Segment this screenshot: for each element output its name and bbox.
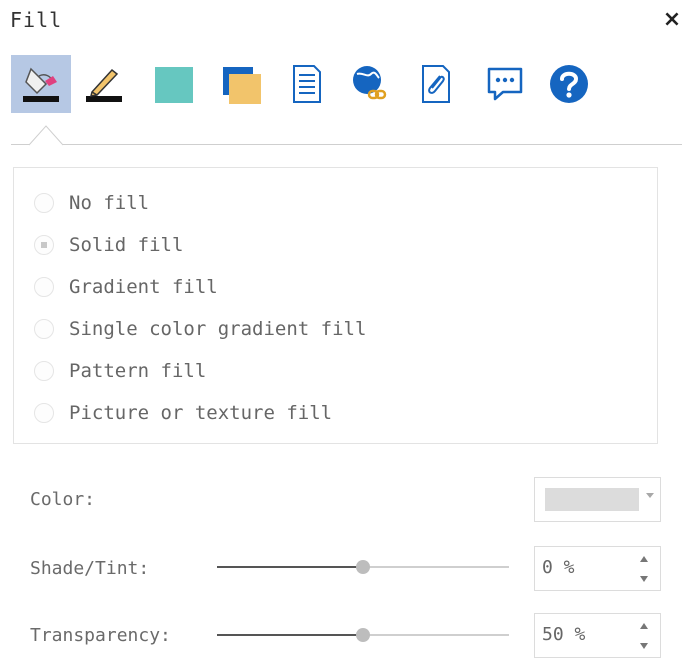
fill-option-label: Gradient fill — [69, 276, 218, 298]
hyperlink-globe-icon — [353, 66, 387, 100]
decrement-arrow-icon[interactable] — [640, 643, 648, 649]
color-dropdown[interactable] — [534, 477, 661, 522]
shade-tint-slider[interactable] — [217, 557, 509, 577]
increment-arrow-icon[interactable] — [640, 623, 648, 629]
comment-icon — [487, 67, 523, 101]
slider-track-filled — [217, 634, 363, 636]
color-label: Color: — [30, 489, 96, 510]
fill-option-pattern-fill[interactable]: Pattern fill — [34, 358, 206, 384]
help-tab[interactable] — [547, 55, 591, 113]
fill-option-single-color-gradient[interactable]: Single color gradient fill — [34, 316, 366, 342]
fill-option-label: Solid fill — [69, 234, 184, 256]
fill-tab[interactable] — [11, 55, 71, 113]
fill-option-no-fill[interactable]: No fill — [34, 190, 149, 216]
help-icon — [550, 65, 588, 103]
fill-type-group: No fill Solid fill Gradient fill Single … — [13, 167, 658, 444]
fill-option-solid-fill[interactable]: Solid fill — [34, 232, 183, 258]
data-tab[interactable] — [285, 55, 329, 113]
fill-option-label: No fill — [69, 192, 150, 214]
slider-track-filled — [217, 566, 363, 568]
panel-title: Fill — [10, 8, 63, 32]
shade-tint-label: Shade/Tint: — [30, 558, 150, 579]
shade-tint-value[interactable]: 0 % — [542, 557, 575, 578]
fill-option-label: Pattern fill — [69, 360, 207, 382]
radio-button[interactable] — [34, 319, 54, 339]
transparency-spinner[interactable]: 50 % — [534, 613, 661, 658]
active-tab-caret — [29, 125, 63, 146]
fill-option-label: Single color gradient fill — [69, 318, 367, 340]
shadow-tab[interactable] — [219, 55, 263, 113]
slider-track — [363, 634, 509, 636]
fill-option-picture-texture[interactable]: Picture or texture fill — [34, 400, 332, 426]
radio-button[interactable] — [34, 235, 54, 255]
fill-option-label: Picture or texture fill — [69, 402, 333, 424]
radio-button[interactable] — [34, 193, 54, 213]
radio-button[interactable] — [34, 277, 54, 297]
chevron-down-icon — [646, 493, 654, 498]
attachment-icon — [422, 65, 450, 103]
transparency-slider[interactable] — [217, 625, 509, 645]
radio-button[interactable] — [34, 361, 54, 381]
line-pen-icon — [86, 68, 122, 102]
fill-bucket-icon — [23, 67, 59, 102]
slider-thumb[interactable] — [356, 560, 370, 574]
slider-thumb[interactable] — [356, 628, 370, 642]
fill-color-swatch-icon — [155, 67, 193, 103]
shadow-icon — [223, 67, 261, 104]
radio-button[interactable] — [34, 403, 54, 423]
hyperlink-tab[interactable] — [349, 55, 393, 113]
close-icon[interactable]: × — [662, 8, 682, 32]
shade-tint-spinner[interactable]: 0 % — [534, 546, 661, 591]
slider-track — [363, 566, 509, 568]
comment-tab[interactable] — [483, 55, 527, 113]
fill-color-tab[interactable] — [152, 55, 196, 113]
color-swatch — [545, 488, 639, 511]
attachment-tab[interactable] — [414, 55, 458, 113]
decrement-arrow-icon[interactable] — [640, 576, 648, 582]
data-document-icon — [293, 65, 321, 103]
tab-divider — [11, 144, 682, 145]
transparency-value[interactable]: 50 % — [542, 624, 585, 645]
transparency-label: Transparency: — [30, 625, 171, 646]
line-tab[interactable] — [82, 55, 126, 113]
fill-option-gradient-fill[interactable]: Gradient fill — [34, 274, 218, 300]
increment-arrow-icon[interactable] — [640, 556, 648, 562]
